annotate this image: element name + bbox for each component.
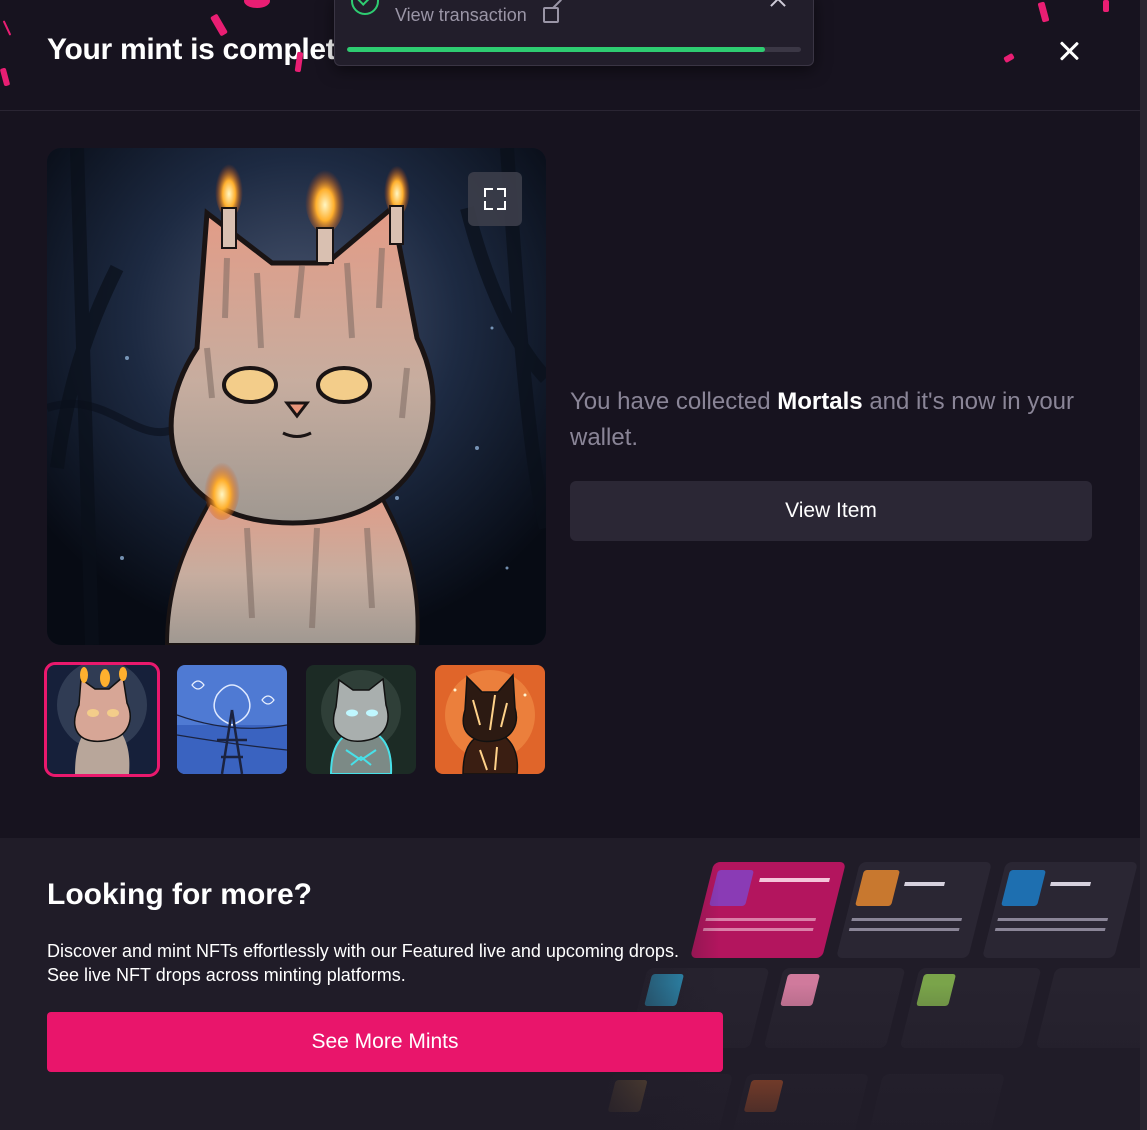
external-link-icon[interactable] (543, 7, 559, 23)
collected-prefix: You have collected (570, 388, 771, 415)
toast-progress-fill (347, 47, 765, 52)
mint-complete-modal: Your mint is complete View transaction Y… (0, 0, 1140, 1130)
check-circle-icon (351, 0, 379, 15)
looking-for-more-section: Looking for more? Discover and mint NFTs… (0, 838, 1140, 1130)
nft-main-image[interactable] (47, 148, 546, 645)
nft-thumbnail[interactable] (435, 665, 545, 774)
expand-icon[interactable] (468, 172, 522, 226)
description-line: See live NFT drops across minting platfo… (47, 965, 406, 985)
transaction-toast: View transaction (334, 0, 814, 66)
nft-thumbnail[interactable] (44, 662, 160, 777)
description-line: Discover and mint NFTs effortlessly with… (47, 941, 679, 961)
view-item-button[interactable]: View Item (570, 481, 1092, 541)
toast-close-icon[interactable] (767, 0, 791, 9)
nft-thumbnail[interactable] (306, 665, 416, 774)
page-title: Your mint is complete (47, 33, 352, 66)
view-transaction-link[interactable]: View transaction (395, 5, 527, 26)
confetti-piece (1103, 0, 1109, 12)
collected-message: You have collected Mortals and it's now … (570, 384, 1090, 456)
see-more-mints-button[interactable]: See More Mints (47, 1012, 723, 1072)
section-title: Looking for more? (47, 878, 312, 911)
toast-progress-track (347, 47, 801, 52)
nft-thumbnail[interactable] (177, 665, 287, 774)
scrollbar[interactable] (1140, 0, 1147, 1130)
close-icon[interactable] (1052, 34, 1086, 68)
collection-name: Mortals (777, 388, 863, 415)
section-description: Discover and mint NFTs effortlessly with… (47, 939, 747, 987)
